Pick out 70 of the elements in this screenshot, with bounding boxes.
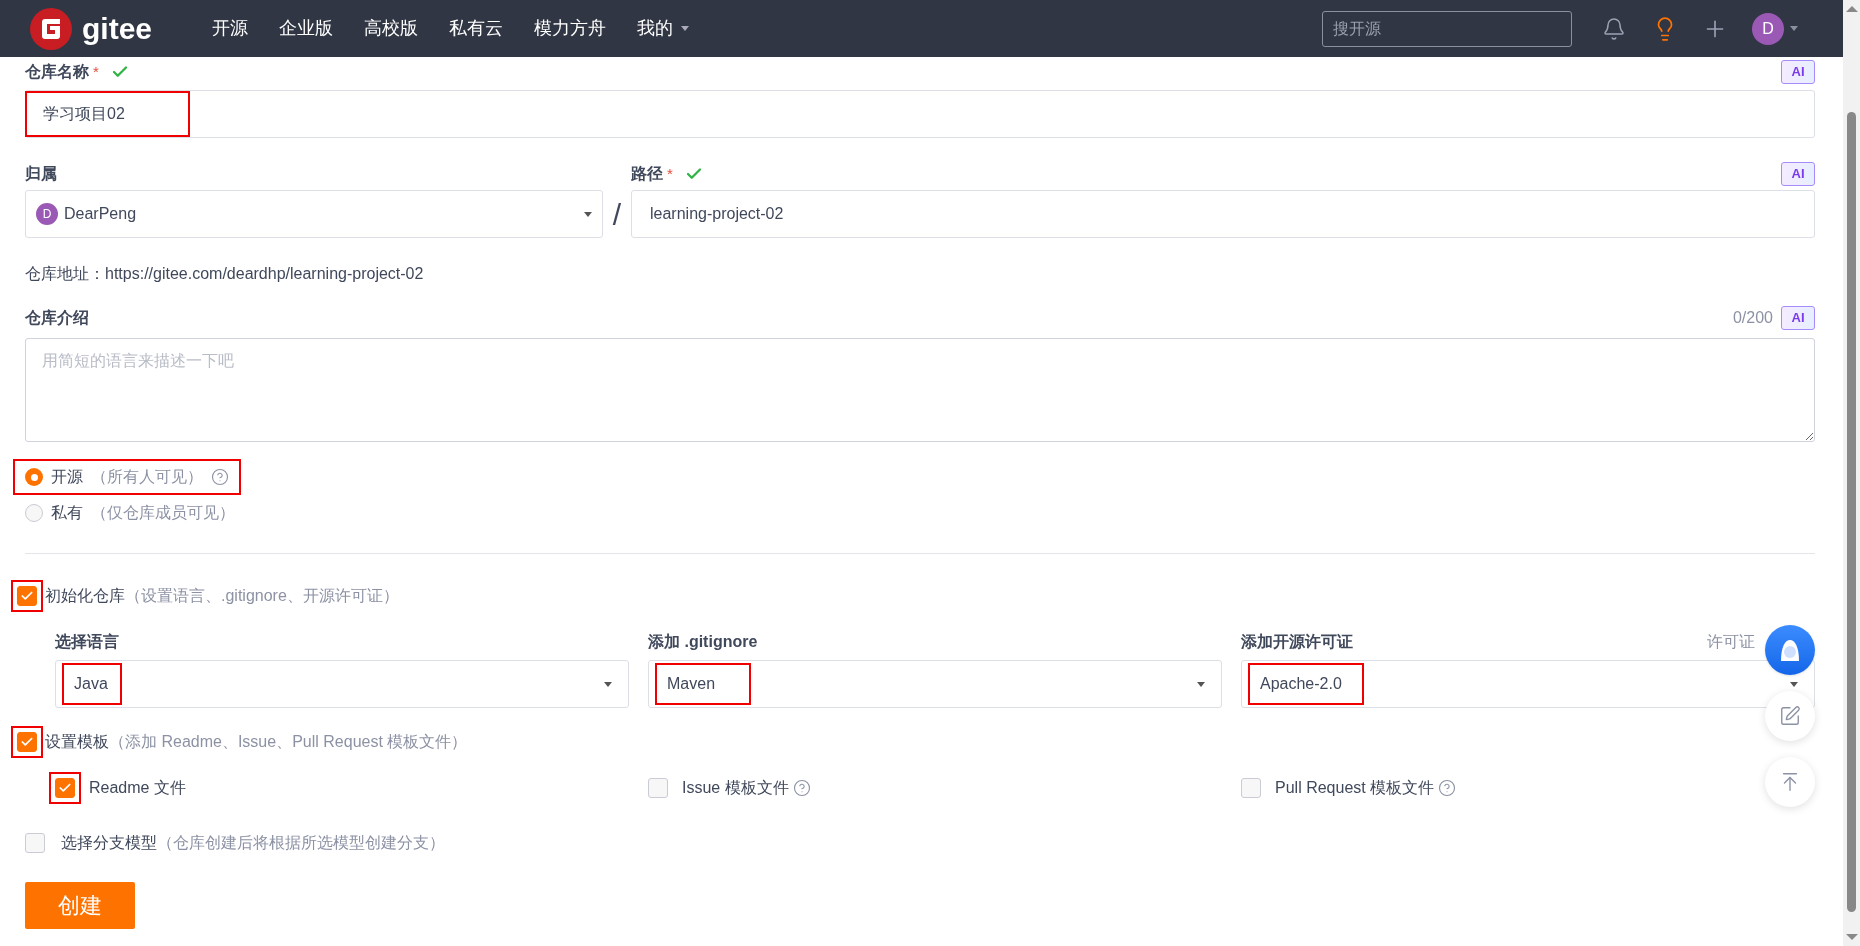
feedback-button[interactable] [1765, 691, 1815, 741]
option-label: Readme 文件 [89, 778, 186, 798]
option-label: Pull Request 模板文件 [1275, 778, 1435, 798]
checkbox[interactable] [17, 732, 37, 752]
logo-icon[interactable] [30, 7, 72, 50]
dropdown-select[interactable]: Java [55, 660, 629, 708]
nav-link[interactable]: 开源 [212, 15, 249, 42]
checkbox[interactable] [17, 586, 37, 606]
option-hint: （设置语言、.gitignore、开源许可证） [125, 586, 399, 606]
checkbox[interactable] [25, 832, 45, 853]
name-input[interactable]: 学习项目02 [25, 90, 1815, 138]
field-label: 路径 [631, 164, 663, 184]
check-icon [58, 781, 72, 795]
option-label: 私有 [51, 503, 83, 523]
checkbox[interactable] [55, 778, 75, 798]
field-label: 选择语言 [55, 632, 119, 652]
field-label: 仓库介绍 [25, 308, 89, 328]
customer-service-button[interactable] [1765, 625, 1815, 675]
search-field[interactable]: 搜开源 [1322, 10, 1572, 47]
nav-link[interactable]: 我的 [637, 15, 690, 42]
scrollbar[interactable] [1843, 0, 1860, 946]
nav-link[interactable]: 企业版 [279, 15, 334, 42]
nav-link[interactable]: 模力方舟 [534, 15, 607, 42]
radio-button[interactable] [25, 468, 43, 486]
caret-icon [681, 26, 690, 31]
user-avatar[interactable]: D [1752, 12, 1784, 45]
check-icon [20, 589, 34, 603]
path-separator: / [611, 196, 623, 233]
caret-icon [1790, 26, 1798, 31]
option-hint: （添加 Readme、Issue、Pull Request 模板文件） [109, 732, 468, 752]
owner-select[interactable]: D DearPeng [25, 190, 603, 238]
notification-icon[interactable] [1602, 16, 1626, 41]
help-icon[interactable] [792, 779, 811, 797]
back-to-top-button[interactable] [1765, 757, 1815, 807]
option-label: Issue 模板文件 [682, 778, 789, 798]
nav-link[interactable]: 私有云 [449, 15, 504, 42]
option-hint: （仅仓库成员可见） [91, 503, 235, 523]
dropdown-select[interactable]: Maven [648, 660, 1222, 708]
checkbox[interactable] [1241, 777, 1261, 798]
required-mark: * [667, 163, 673, 184]
field-label: 添加开源许可证 [1241, 632, 1353, 652]
caret-icon [1197, 681, 1205, 687]
option-label: 设置模板 [45, 732, 109, 752]
caret-icon [584, 211, 592, 217]
check-icon [20, 735, 34, 749]
help-icon[interactable] [1438, 779, 1457, 797]
caret-icon [1790, 681, 1798, 687]
field-label: 仓库名称 [25, 62, 89, 82]
path-input[interactable]: learning-project-02 [631, 190, 1815, 238]
required-mark: * [93, 61, 99, 82]
option-label: 开源 [51, 467, 83, 487]
field-label: 归属 [25, 164, 57, 184]
ai-button[interactable]: AI [1781, 306, 1815, 330]
option-label: 选择分支模型 [61, 833, 157, 853]
option-label: 初始化仓库 [45, 586, 125, 606]
option-hint: （仓库创建后将根据所选模型创建分支） [157, 833, 445, 853]
radio-button[interactable] [25, 504, 43, 522]
checkbox[interactable] [648, 777, 668, 798]
caret-icon [604, 681, 612, 687]
owner-avatar: D [36, 203, 58, 225]
help-icon[interactable] [211, 468, 229, 486]
ai-button[interactable]: AI [1781, 60, 1815, 84]
logo-text[interactable]: gitee [82, 6, 153, 51]
field-label: 添加 .gitignore [648, 632, 758, 652]
nav-link[interactable]: 高校版 [364, 15, 419, 42]
option-hint: （所有人可见） [91, 467, 203, 487]
repository-address: 仓库地址：https://gitee.com/deardhp/learning-project-02 [25, 264, 424, 284]
character-counter: 0/200 [1732, 308, 1773, 328]
ai-button[interactable]: AI [1781, 162, 1815, 186]
pen-icon [1779, 705, 1801, 727]
